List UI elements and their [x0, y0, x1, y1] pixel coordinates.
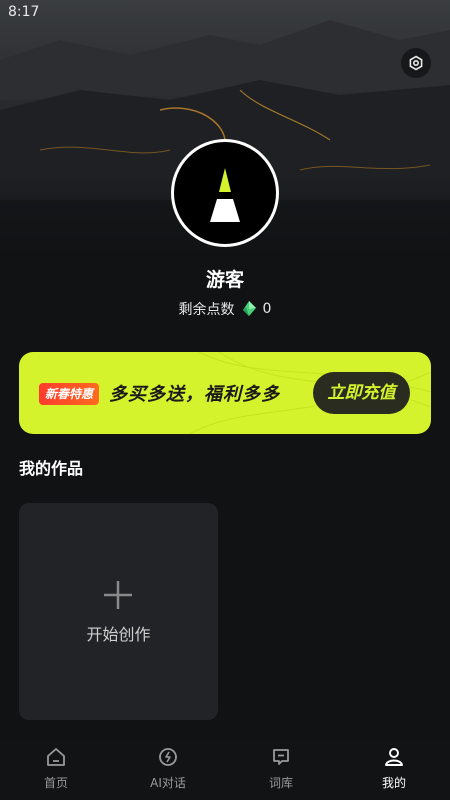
points-value: 0: [262, 301, 272, 317]
ai-chat-icon: [159, 748, 177, 766]
plus-icon: [104, 581, 132, 609]
tab-profile-label: 我的: [381, 776, 406, 790]
tab-home[interactable]: 首页: [16, 746, 96, 791]
tab-profile[interactable]: 我的: [354, 746, 434, 791]
promo-slogan: 多买多送，福利多多: [109, 384, 280, 405]
bottom-tab-bar: 首页 AI对话 词库 我的: [0, 738, 450, 800]
profile-icon: [385, 748, 403, 766]
promo-banner[interactable]: 新春特惠 多买多送，福利多多 立即充值: [19, 352, 431, 434]
settings-button[interactable]: [401, 48, 431, 78]
points-label: 剩余点数: [178, 302, 235, 318]
username: 游客: [205, 269, 244, 291]
avatar[interactable]: [171, 139, 279, 247]
points-gem-icon: [242, 301, 256, 316]
tab-lexicon-label: 词库: [268, 776, 293, 790]
start-creating-card[interactable]: 开始创作: [19, 503, 218, 720]
start-creating-label: 开始创作: [86, 625, 151, 644]
gear-icon: [409, 55, 423, 71]
home-icon: [47, 748, 65, 766]
points-row: 剩余点数 0: [0, 299, 450, 319]
works-section-title: 我的作品: [19, 459, 84, 478]
tab-home-label: 首页: [43, 776, 68, 790]
promo-tag: 新春特惠: [39, 383, 100, 405]
tab-ai-chat[interactable]: AI对话: [128, 746, 208, 791]
avatar-logo-icon: [210, 168, 240, 222]
status-bar-time: 8:17: [8, 4, 40, 20]
recharge-button[interactable]: 立即充值: [313, 372, 410, 414]
tab-ai-chat-label: AI对话: [150, 776, 186, 790]
tab-lexicon[interactable]: 词库: [241, 746, 321, 791]
lexicon-icon: [273, 749, 289, 765]
